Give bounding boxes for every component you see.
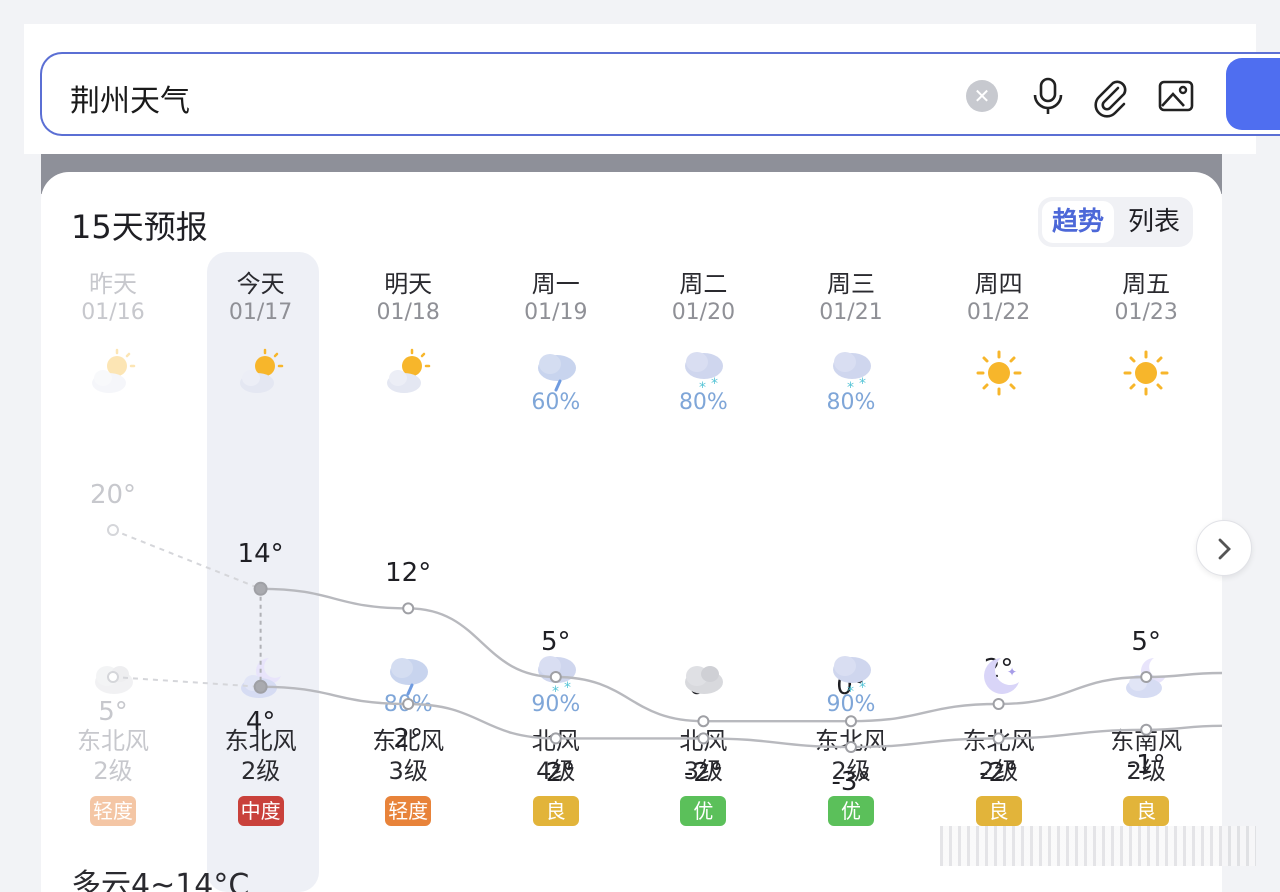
day-name: 今天 bbox=[236, 270, 285, 298]
night-precip: 80% bbox=[383, 692, 433, 717]
day-date: 01/17 bbox=[228, 300, 293, 325]
cloudy-icon bbox=[95, 666, 133, 694]
aqi-badge: 中度 bbox=[237, 796, 284, 826]
partly-sunny-icon bbox=[387, 348, 431, 393]
send-button[interactable] bbox=[1226, 58, 1280, 130]
day-column[interactable]: 明天 01/18 12° 2° 80% 东北风 3级 轻度 bbox=[338, 172, 478, 892]
wind-level: 2级 bbox=[1126, 757, 1166, 785]
day-date: 01/16 bbox=[81, 300, 145, 325]
day-name: 周一 bbox=[531, 270, 580, 298]
day-name: 周二 bbox=[679, 270, 728, 298]
image-icon[interactable] bbox=[1154, 74, 1198, 118]
wind-direction: 东北风 bbox=[815, 727, 887, 755]
wind-direction: 东北风 bbox=[224, 727, 297, 755]
day-name: 昨天 bbox=[89, 270, 137, 298]
day-column[interactable]: 今天 01/17 14° 4° 东北风 2级 中度 bbox=[191, 172, 331, 892]
aqi-badge: 良 bbox=[975, 796, 1022, 826]
chevron-right-icon bbox=[1218, 538, 1231, 560]
aqi-badge: 轻度 bbox=[385, 796, 432, 826]
moon-cloud-icon bbox=[1126, 658, 1167, 698]
aqi-badge: 优 bbox=[680, 796, 727, 826]
day-date: 01/18 bbox=[376, 300, 440, 325]
wind-direction: 北风 bbox=[531, 727, 580, 755]
sunny-icon bbox=[1123, 350, 1169, 396]
wind-level: 2级 bbox=[831, 757, 871, 785]
wind-level: 3级 bbox=[388, 757, 428, 785]
wind-direction: 东北风 bbox=[372, 727, 445, 755]
next-page-button[interactable] bbox=[1196, 520, 1252, 576]
aqi-badge: 轻度 bbox=[90, 796, 136, 826]
search-input[interactable]: 荆州天气 bbox=[70, 76, 190, 120]
partly-sunny-icon bbox=[92, 348, 136, 393]
day-precip: 80% bbox=[678, 390, 728, 415]
wind-level: 2级 bbox=[978, 757, 1019, 785]
forecast-card: 15天预报 趋势 列表 昨天 01/16 20° 5° 东北风 2级 轻度 今天… bbox=[41, 172, 1222, 892]
wind-level: 2级 bbox=[240, 757, 281, 785]
day-date: 01/20 bbox=[671, 300, 736, 325]
cloudy-icon bbox=[685, 666, 724, 694]
wind-level: 3级 bbox=[683, 757, 724, 785]
high-temp: 20° bbox=[89, 480, 137, 510]
day-precip: 60% bbox=[531, 390, 581, 415]
day-column[interactable]: 昨天 01/16 20° 5° 东北风 2级 轻度 bbox=[43, 172, 183, 892]
sunny-icon bbox=[976, 350, 1022, 396]
day-date: 01/22 bbox=[966, 300, 1031, 325]
high-temp: 14° bbox=[237, 538, 284, 569]
day-name: 明天 bbox=[384, 270, 433, 298]
moon-stars-icon: ✦ bbox=[983, 658, 1019, 694]
search-header: 荆州天气 ✕ bbox=[24, 24, 1280, 154]
wind-direction: 东南风 bbox=[1110, 727, 1183, 755]
clear-icon[interactable]: ✕ bbox=[966, 80, 998, 112]
day-name: 周三 bbox=[827, 270, 875, 298]
high-temp: 12° bbox=[385, 558, 432, 589]
day-name: 周四 bbox=[974, 270, 1023, 298]
night-precip: 90% bbox=[826, 692, 876, 717]
attachment-icon[interactable] bbox=[1088, 74, 1132, 118]
day-column[interactable]: 周一 01/19 60% 5° -2° * * 90% 北风 4级 良 bbox=[486, 172, 626, 892]
aqi-badge: 良 bbox=[532, 796, 579, 826]
day-precip: 80% bbox=[826, 390, 876, 415]
weather-summary: 多云4~14°C bbox=[71, 868, 250, 892]
day-column[interactable]: 周二 01/20 ** 80% 0° -2° 北风 3级 优 bbox=[633, 172, 773, 892]
wind-level: 4级 bbox=[536, 757, 576, 785]
wind-direction: 北风 bbox=[679, 727, 728, 755]
day-column[interactable]: 周三 01/21 * * 80% 0° -3° * * 90% 东北风 2级 优 bbox=[781, 172, 921, 892]
day-column[interactable]: 周五 01/23 5° -1° 东南风 2级 良 bbox=[1076, 172, 1216, 892]
day-date: 01/19 bbox=[524, 300, 588, 325]
wind-level: 2级 bbox=[93, 757, 133, 785]
wind-direction: 东北风 bbox=[962, 727, 1035, 755]
microphone-icon[interactable] bbox=[1026, 74, 1070, 118]
svg-text:✦: ✦ bbox=[1007, 665, 1017, 679]
moon-cloud-icon bbox=[240, 658, 281, 698]
day-column[interactable]: 周四 01/22 2° -2° ✦ 东北风 2级 良 bbox=[929, 172, 1069, 892]
aqi-badge: 优 bbox=[828, 796, 874, 826]
partly-sunny-icon bbox=[239, 348, 283, 393]
day-date: 01/21 bbox=[819, 300, 883, 325]
night-precip: 90% bbox=[531, 692, 581, 717]
aqi-badge: 良 bbox=[1123, 796, 1170, 826]
search-box[interactable]: 荆州天气 ✕ bbox=[40, 52, 1280, 136]
day-name: 周五 bbox=[1122, 270, 1171, 298]
wind-direction: 东北风 bbox=[77, 727, 149, 755]
day-date: 01/23 bbox=[1114, 300, 1178, 325]
watermark bbox=[940, 826, 1256, 866]
